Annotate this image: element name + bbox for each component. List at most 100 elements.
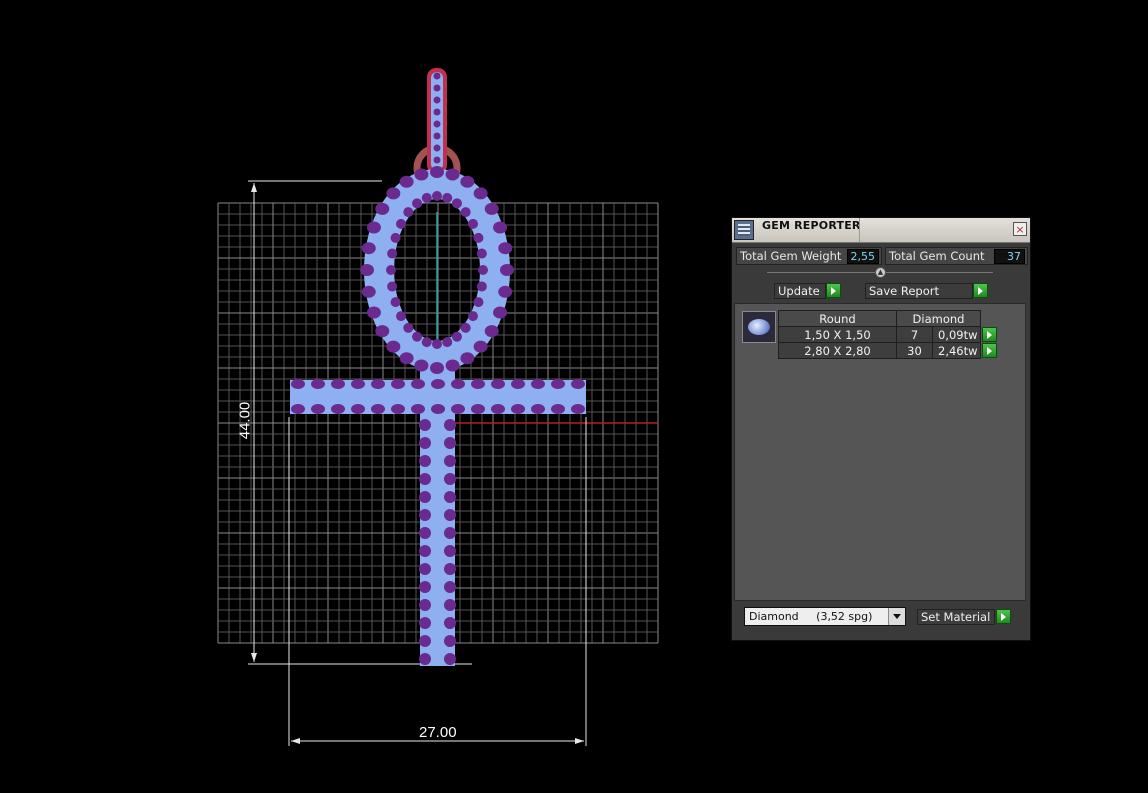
gem-marker xyxy=(375,325,390,338)
gem-marker xyxy=(551,404,565,414)
save-report-go-arrow-icon[interactable] xyxy=(973,283,988,298)
row-go-arrow-icon[interactable] xyxy=(982,326,997,342)
gem-marker xyxy=(433,96,441,104)
close-icon[interactable]: × xyxy=(1013,222,1027,236)
gem-marker xyxy=(331,379,345,389)
gem-marker xyxy=(411,404,425,414)
row-go-arrow-icon[interactable] xyxy=(982,342,997,358)
gem-marker xyxy=(433,108,441,116)
chevron-down-icon[interactable] xyxy=(888,608,905,625)
gem-marker xyxy=(484,202,499,215)
gem-marker xyxy=(414,359,429,372)
width-dimension-label: 27.00 xyxy=(419,724,457,741)
gem-marker xyxy=(311,379,325,389)
gem-marker xyxy=(444,419,456,431)
gem-marker xyxy=(421,337,432,348)
save-report-button[interactable]: Save Report xyxy=(865,283,973,299)
dimension-arrow xyxy=(575,738,584,744)
gem-marker xyxy=(386,340,401,353)
gem-marker xyxy=(431,379,445,389)
update-button[interactable]: Update xyxy=(774,283,826,299)
gem-marker xyxy=(399,352,414,365)
gem-count: 7 xyxy=(896,326,933,343)
gem-marker xyxy=(451,198,462,209)
table-row[interactable]: 2,80 X 2,80 30 2,46tw xyxy=(778,342,998,359)
gem-marker xyxy=(291,379,305,389)
material-dropdown-value: Diamond (3,52 spg) xyxy=(749,610,873,623)
set-material-go-arrow-icon[interactable] xyxy=(996,609,1011,624)
gem-marker xyxy=(471,404,485,414)
gem-marker xyxy=(430,166,444,178)
gem-marker xyxy=(412,331,423,342)
gem-marker xyxy=(419,491,431,503)
gem-marker xyxy=(433,156,441,164)
total-gem-count-value: 37 xyxy=(994,249,1025,264)
gem-marker xyxy=(433,84,441,92)
gem-marker xyxy=(478,265,488,275)
gem-marker xyxy=(430,362,444,374)
gem-marker xyxy=(451,331,462,342)
gem-marker xyxy=(351,404,365,414)
gem-size: 1,50 X 1,50 xyxy=(778,326,897,343)
gem-marker xyxy=(445,359,460,372)
collapse-toggle-icon[interactable]: ▲ xyxy=(875,267,886,278)
gem-marker xyxy=(531,379,545,389)
gem-marker xyxy=(361,285,376,298)
gem-marker xyxy=(571,379,585,389)
gem-marker xyxy=(531,404,545,414)
height-dimension-label: 44.00 xyxy=(236,401,254,440)
gem-marker xyxy=(444,617,456,629)
gem-marker xyxy=(399,175,414,188)
gem-marker xyxy=(460,352,475,365)
gem-marker xyxy=(445,168,460,181)
dimension-lines xyxy=(248,180,587,746)
gem-marker xyxy=(473,232,484,243)
gem-marker xyxy=(432,339,442,349)
gem-marker xyxy=(511,379,525,389)
gem-marker xyxy=(419,437,431,449)
gem-marker xyxy=(444,635,456,647)
gem-marker xyxy=(442,192,453,203)
gem-marker xyxy=(491,404,505,414)
title-separator xyxy=(859,218,860,242)
dimension-arrow xyxy=(251,183,257,192)
gem-marker xyxy=(551,379,565,389)
column-header-material: Diamond xyxy=(896,310,981,327)
gem-marker xyxy=(414,168,429,181)
gem-reporter-icon xyxy=(734,220,754,240)
gem-weight: 2,46tw xyxy=(932,342,981,359)
total-gem-weight-value: 2,55 xyxy=(847,249,879,264)
gem-marker xyxy=(403,322,414,333)
gem-marker xyxy=(351,379,365,389)
gem-marker xyxy=(371,404,385,414)
gem-marker xyxy=(419,473,431,485)
gem-marker xyxy=(412,198,423,209)
material-dropdown[interactable]: Diamond (3,52 spg) xyxy=(744,607,906,626)
gem-marker xyxy=(493,221,508,234)
gem-marker xyxy=(460,207,471,218)
ankh-pendant-model[interactable] xyxy=(290,68,586,666)
gem-marker xyxy=(403,207,414,218)
set-material-button[interactable]: Set Material xyxy=(917,609,995,625)
gem-marker xyxy=(396,218,407,229)
update-go-arrow-icon[interactable] xyxy=(826,283,841,298)
gem-marker xyxy=(361,242,376,255)
gem-reporter-panel: GEM REPORTER × Total Gem Weight 2,55 Tot… xyxy=(731,217,1031,641)
gem-marker xyxy=(476,248,487,259)
gem-marker xyxy=(442,337,453,348)
gem-marker xyxy=(444,437,456,449)
gem-report-area: Round Diamond 1,50 X 1,50 7 0,09tw 2,80 … xyxy=(734,303,1026,601)
panel-title: GEM REPORTER xyxy=(762,219,861,232)
gem-marker xyxy=(433,120,441,128)
gem-marker xyxy=(375,202,390,215)
gem-marker xyxy=(421,192,432,203)
gem-marker xyxy=(419,419,431,431)
table-row[interactable]: 1,50 X 1,50 7 0,09tw xyxy=(778,326,998,343)
gem-marker xyxy=(419,653,431,665)
gem-marker xyxy=(433,144,441,152)
panel-titlebar[interactable]: GEM REPORTER × xyxy=(732,218,1030,243)
gem-marker xyxy=(460,175,475,188)
gem-marker xyxy=(511,404,525,414)
gem-marker xyxy=(419,545,431,557)
gem-table: Round Diamond 1,50 X 1,50 7 0,09tw 2,80 … xyxy=(778,310,998,359)
